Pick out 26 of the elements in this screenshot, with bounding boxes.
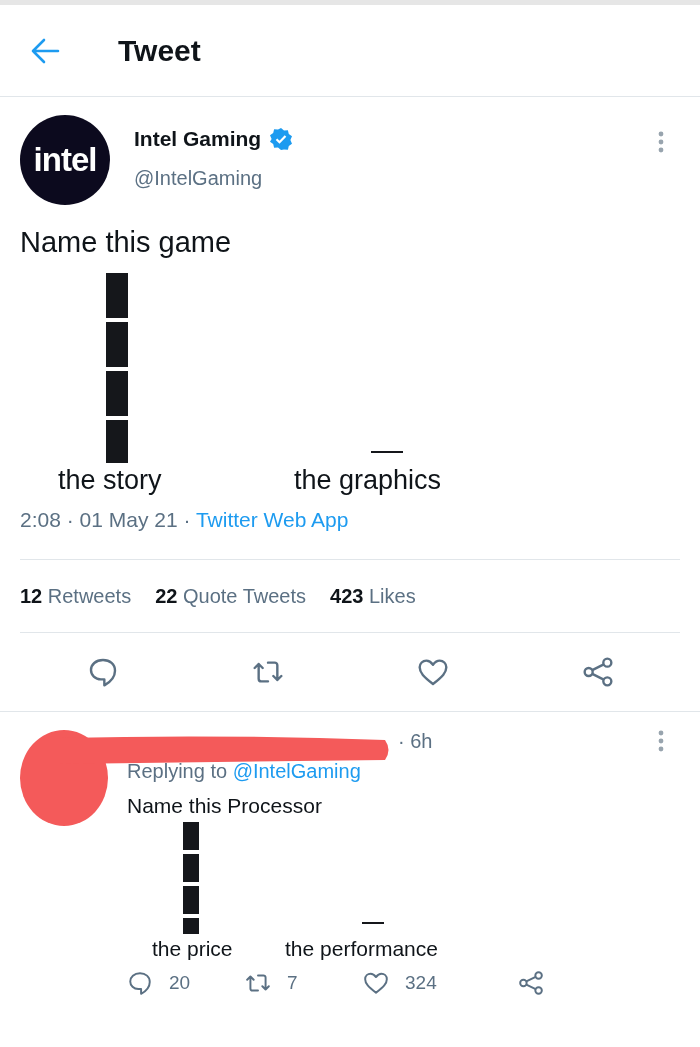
reply-text: Name this Processor xyxy=(127,793,323,820)
action-count: 20 xyxy=(169,970,191,995)
page-title: Tweet xyxy=(118,33,201,69)
avatar-logo[interactable]: intel xyxy=(20,115,110,205)
share-icon[interactable] xyxy=(581,656,614,689)
tweet-timestamp: 2:08 · 01 May 21 xyxy=(20,507,178,531)
chart-label: the story xyxy=(57,464,163,496)
tweet-text: Name this game xyxy=(20,225,233,260)
reply-time: · 6h xyxy=(398,729,434,755)
separator-dot: · xyxy=(183,507,191,531)
reply-icon[interactable] xyxy=(127,969,153,996)
stat-link[interactable]: 12 Retweets xyxy=(20,581,132,612)
chart-label: the price xyxy=(151,936,234,961)
action-count: 7 xyxy=(287,970,298,995)
account-handle: @IntelGaming xyxy=(134,165,264,191)
short-bar xyxy=(371,450,403,453)
share-icon[interactable] xyxy=(518,969,544,996)
short-bar xyxy=(362,921,384,924)
chart-label: the performance xyxy=(285,936,438,961)
action-count: 324 xyxy=(405,970,437,995)
stat-link[interactable]: 22 Quote Tweets xyxy=(155,581,307,612)
replying-to-label: Replying to xyxy=(127,760,228,783)
chart-label: the graphics xyxy=(294,464,442,496)
account-name: Intel Gaming xyxy=(134,126,262,152)
back-button[interactable] xyxy=(30,37,60,64)
stat-link[interactable]: 423 Likes xyxy=(330,581,416,612)
